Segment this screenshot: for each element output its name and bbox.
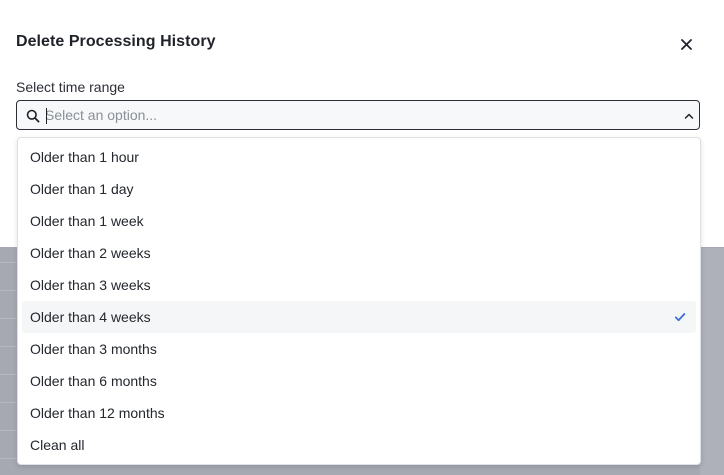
option-label: Older than 2 weeks	[30, 245, 151, 261]
option-label: Older than 1 week	[30, 213, 144, 229]
option-older-than-6-months[interactable]: Older than 6 months	[22, 365, 696, 397]
option-label: Older than 4 weeks	[30, 309, 151, 325]
close-button[interactable]	[676, 34, 696, 54]
option-older-than-4-weeks[interactable]: Older than 4 weeks	[22, 301, 696, 333]
option-label: Older than 3 months	[30, 341, 157, 357]
search-icon	[26, 109, 40, 123]
option-older-than-1-week[interactable]: Older than 1 week	[22, 205, 696, 237]
option-older-than-1-day[interactable]: Older than 1 day	[22, 173, 696, 205]
option-older-than-3-months[interactable]: Older than 3 months	[22, 333, 696, 365]
background-column	[700, 248, 724, 475]
option-label: Clean all	[30, 437, 85, 453]
chevron-up-icon[interactable]	[683, 110, 695, 122]
check-icon	[674, 313, 686, 322]
time-range-label: Select time range	[16, 79, 125, 95]
option-older-than-2-weeks[interactable]: Older than 2 weeks	[22, 237, 696, 269]
option-label: Older than 3 weeks	[30, 277, 151, 293]
close-icon	[680, 38, 692, 50]
text-caret	[46, 108, 47, 124]
option-older-than-1-hour[interactable]: Older than 1 hour	[22, 141, 696, 173]
time-range-search-input[interactable]	[45, 104, 665, 126]
option-older-than-3-weeks[interactable]: Older than 3 weeks	[22, 269, 696, 301]
option-label: Older than 12 months	[30, 405, 165, 421]
option-label: Older than 1 day	[30, 181, 134, 197]
option-clean-all[interactable]: Clean all	[22, 429, 696, 461]
option-label: Older than 6 months	[30, 373, 157, 389]
time-range-dropdown: Older than 1 hour Older than 1 day Older…	[17, 137, 701, 465]
time-range-select[interactable]	[16, 100, 700, 130]
option-label: Older than 1 hour	[30, 149, 139, 165]
modal-title: Delete Processing History	[16, 33, 216, 50]
option-older-than-12-months[interactable]: Older than 12 months	[22, 397, 696, 429]
